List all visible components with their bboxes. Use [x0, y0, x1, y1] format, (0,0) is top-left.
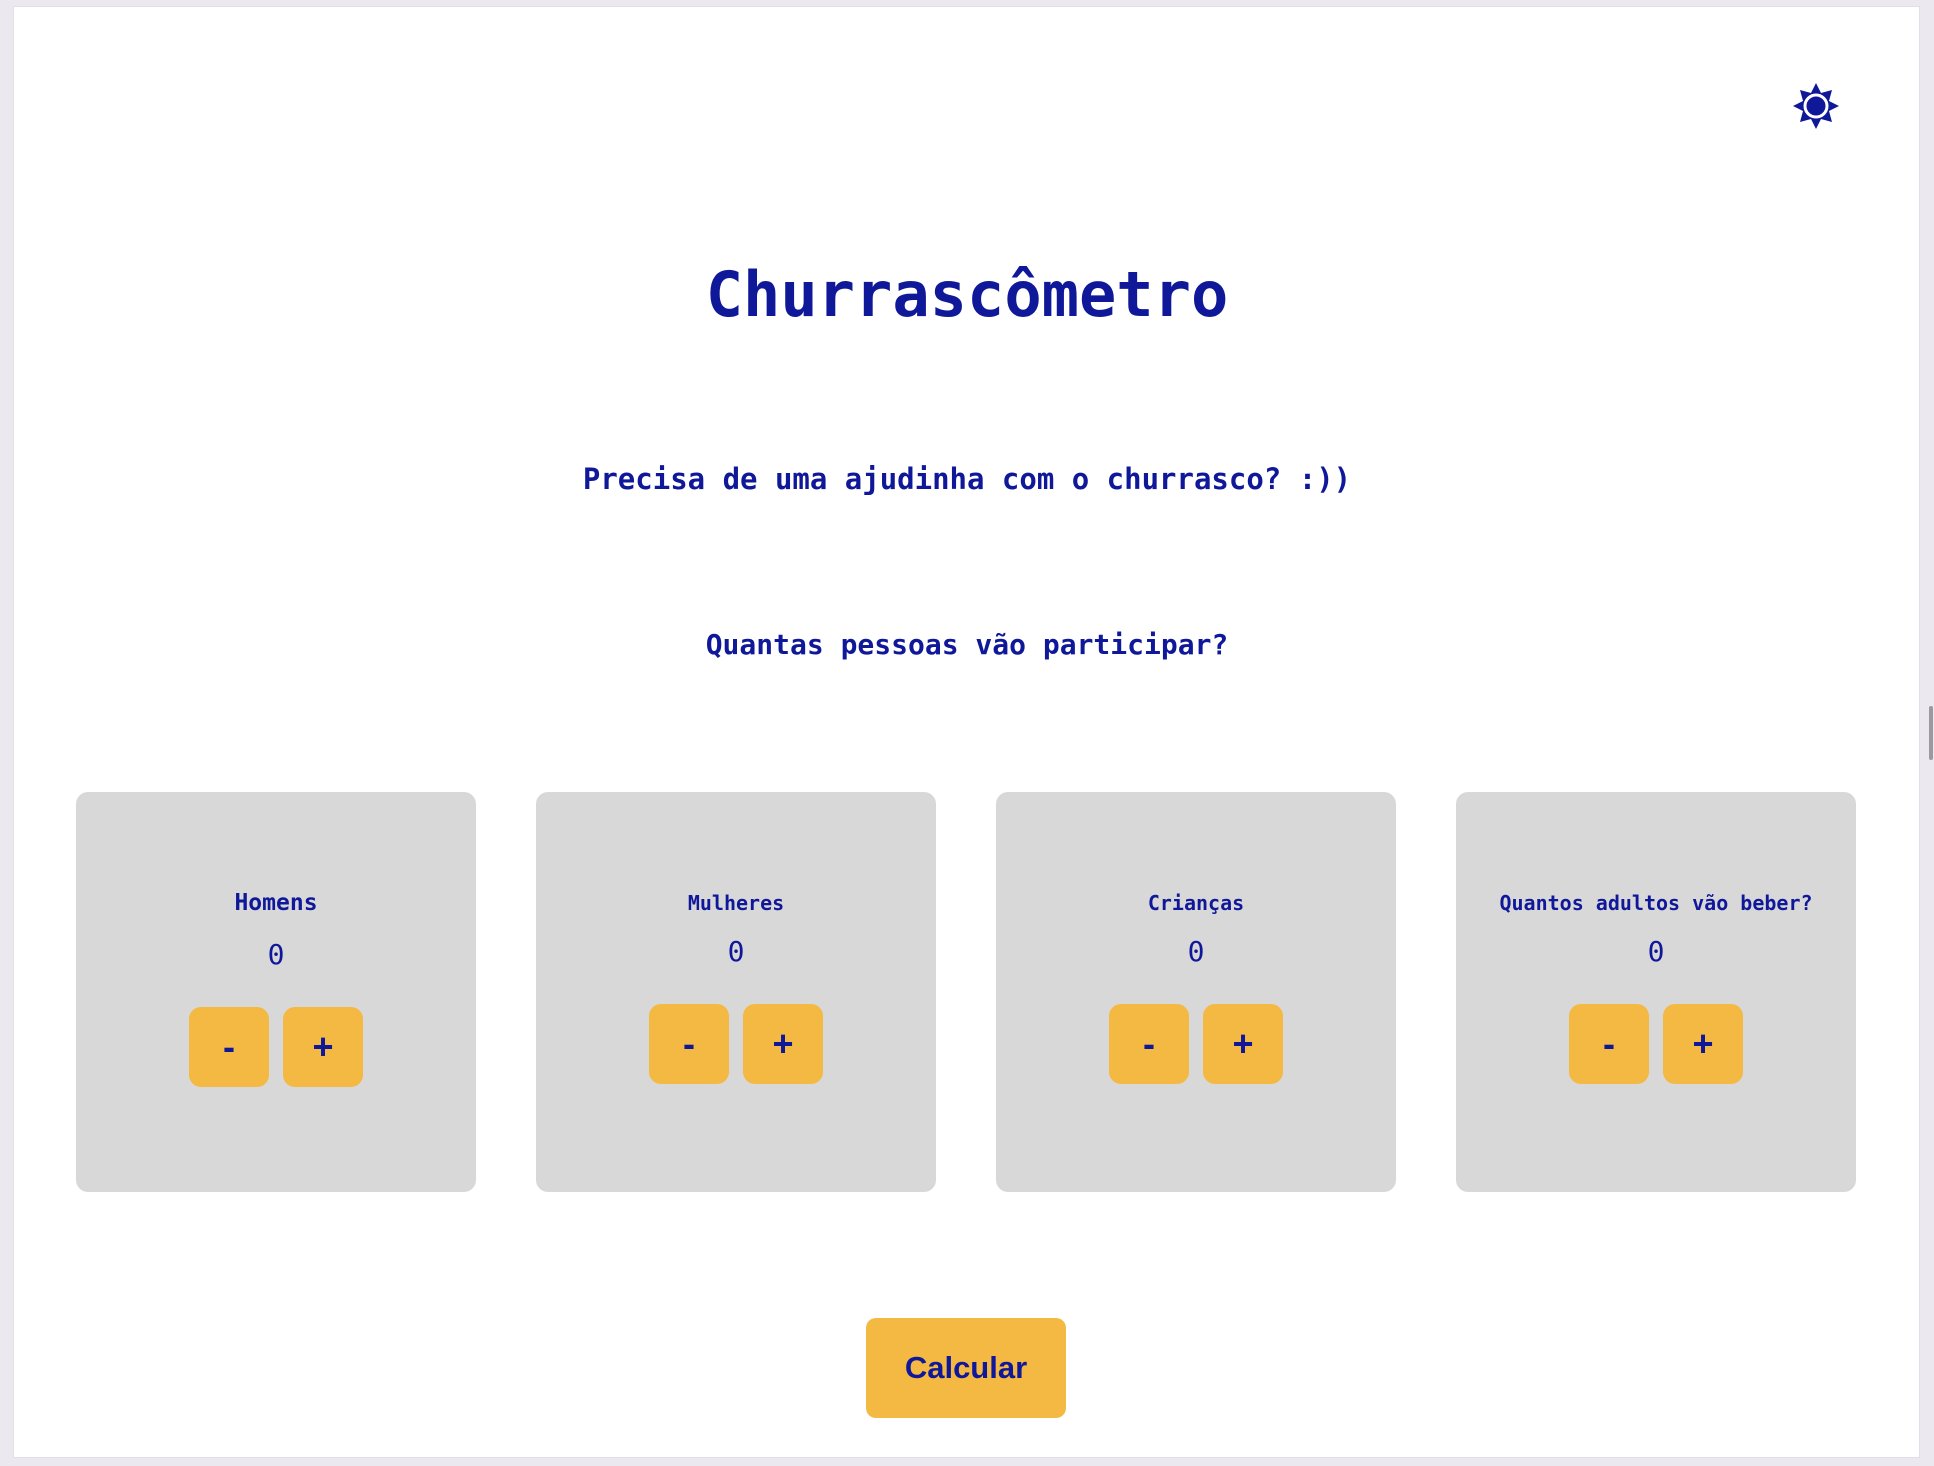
counter-value: 0: [1187, 935, 1205, 968]
scrollbar-thumb[interactable]: [1929, 706, 1933, 760]
decrement-homens-button[interactable]: -: [189, 1007, 269, 1087]
decrement-mulheres-button[interactable]: -: [649, 1004, 729, 1084]
counter-card-adultos-bebem: Quantos adultos vão beber? 0 - +: [1456, 792, 1856, 1192]
app-frame: [13, 6, 1920, 1458]
increment-mulheres-button[interactable]: +: [743, 1004, 823, 1084]
counter-label: Crianças: [1147, 891, 1245, 915]
counter-value: 0: [267, 938, 285, 971]
sun-icon: [1791, 81, 1841, 136]
page-subtitle: Precisa de uma ajudinha com o churrasco?…: [582, 462, 1352, 496]
decrement-criancas-button[interactable]: -: [1109, 1004, 1189, 1084]
counter-card-mulheres: Mulheres 0 - +: [536, 792, 936, 1192]
stepper-buttons: - +: [1456, 1004, 1856, 1084]
stepper-buttons: - +: [996, 1004, 1396, 1084]
counter-label: Mulheres: [687, 891, 785, 915]
counter-card-criancas: Crianças 0 - +: [996, 792, 1396, 1192]
page-title: Churrascômetro: [705, 258, 1229, 331]
increment-criancas-button[interactable]: +: [1203, 1004, 1283, 1084]
increment-homens-button[interactable]: +: [283, 1007, 363, 1087]
increment-adultos-bebem-button[interactable]: +: [1663, 1004, 1743, 1084]
stepper-buttons: - +: [76, 1007, 476, 1087]
counter-cards: Homens 0 - + Mulheres 0 - + Crianças 0 -…: [76, 792, 1856, 1192]
stepper-buttons: - +: [536, 1004, 936, 1084]
counter-label: Homens: [234, 890, 318, 916]
counter-value: 0: [727, 935, 745, 968]
participants-question: Quantas pessoas vão participar?: [705, 628, 1229, 661]
counter-value: 0: [1647, 935, 1665, 968]
decrement-adultos-bebem-button[interactable]: -: [1569, 1004, 1649, 1084]
calculate-button[interactable]: Calcular: [866, 1318, 1066, 1418]
counter-label: Quantos adultos vão beber?: [1499, 891, 1813, 915]
theme-toggle-button[interactable]: [1790, 82, 1842, 134]
counter-card-homens: Homens 0 - +: [76, 792, 476, 1192]
